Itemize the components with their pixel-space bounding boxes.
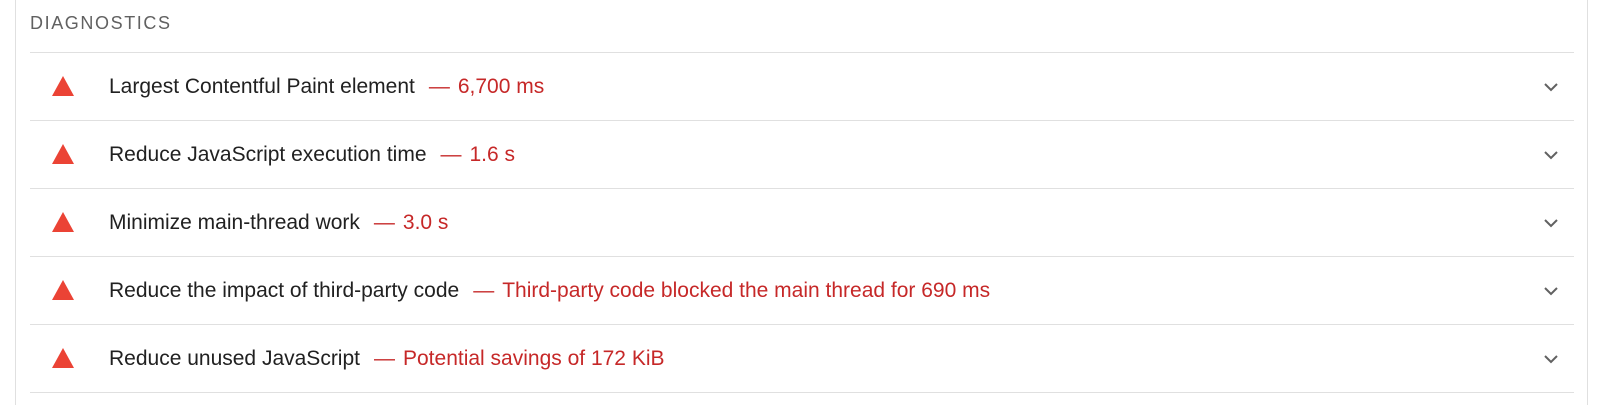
chevron-down-icon[interactable]	[1542, 78, 1560, 96]
audit-separator: —	[440, 142, 462, 166]
audit-list: Largest Contentful Paint element — 6,700 m…	[30, 52, 1574, 393]
audit-row-reduce-javascript-execution-time[interactable]: Reduce JavaScript execution time — 1.6 s	[30, 121, 1574, 189]
audit-display-value: 1.6 s	[469, 142, 516, 166]
audit-title: Reduce unused JavaScript	[109, 346, 360, 370]
audit-display-value: Potential savings of 172 KiB	[403, 346, 665, 370]
audit-display-value: 3.0 s	[402, 210, 449, 234]
warning-triangle-icon	[52, 143, 74, 164]
audit-title: Largest Contentful Paint element	[109, 74, 415, 98]
warning-triangle-icon	[52, 75, 74, 96]
audit-title: Reduce the impact of third-party code	[109, 278, 460, 302]
audit-display-value: Third-party code blocked the main thread…	[502, 278, 991, 302]
diagnostics-panel: DIAGNOSTICS Largest Contentful Paint ele…	[15, 0, 1588, 405]
audit-row-reduce-unused-javascript[interactable]: Reduce unused JavaScript — Potential savin…	[30, 325, 1574, 393]
audit-separator: —	[374, 346, 395, 370]
audit-label: Reduce JavaScript execution time — 1.6 s	[109, 142, 515, 168]
audit-label: Reduce unused JavaScript — Potential savin…	[109, 346, 665, 372]
audit-row-minimize-main-thread-work[interactable]: Minimize main-thread work — 3.0 s	[30, 189, 1574, 257]
section-title: DIAGNOSTICS	[30, 13, 172, 33]
chevron-down-icon[interactable]	[1542, 282, 1560, 300]
chevron-down-icon[interactable]	[1542, 146, 1560, 164]
chevron-down-icon[interactable]	[1542, 214, 1560, 232]
audit-label: Largest Contentful Paint element — 6,700 m…	[109, 74, 544, 100]
warning-triangle-icon	[52, 347, 74, 368]
warning-triangle-icon	[52, 279, 74, 300]
warning-triangle-icon	[52, 211, 74, 232]
audit-row-largest-contentful-paint-element[interactable]: Largest Contentful Paint element — 6,700 m…	[30, 53, 1574, 121]
audit-label: Minimize main-thread work — 3.0 s	[109, 210, 448, 236]
audit-separator: —	[473, 278, 495, 302]
audit-separator: —	[428, 74, 450, 98]
audit-row-third-party-code[interactable]: Reduce the impact of third-party code — Th…	[30, 257, 1574, 325]
audit-title: Minimize main-thread work	[109, 210, 360, 234]
chevron-down-icon[interactable]	[1542, 350, 1560, 368]
audit-display-value: 6,700 ms	[457, 74, 545, 98]
audit-separator: —	[373, 210, 395, 234]
audit-title: Reduce JavaScript execution time	[109, 142, 427, 166]
audit-label: Reduce the impact of third-party code — Th…	[109, 278, 990, 304]
